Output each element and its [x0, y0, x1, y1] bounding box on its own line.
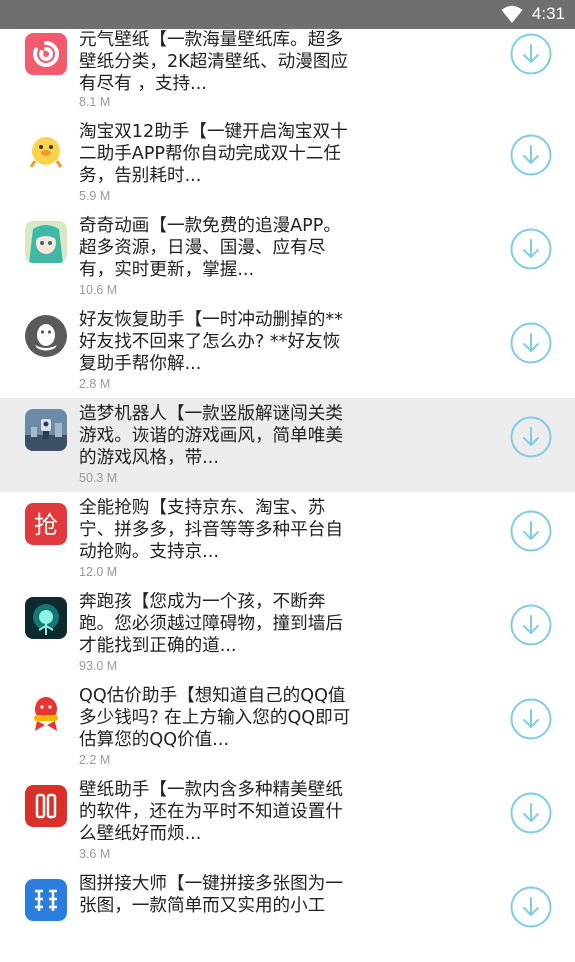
list-item[interactable]: QQ估价助手【想知道自己的QQ值 多少钱吗? 在上方输入您的QQ即可 估算您的Q… [0, 680, 575, 774]
title-line: 好友找不回来了怎么办? **好友恢 [79, 332, 341, 352]
title-line: 张图，一款简单而又实用的小工 [79, 896, 326, 916]
list-item[interactable]: 淘宝双12助手【一键开启淘宝双十 二助手APP帮你自动完成双十二任 务，告别耗时… [0, 116, 575, 210]
app-size: 2.8 M [79, 377, 111, 391]
app-title: QQ估价助手【想知道自己的QQ值 多少钱吗? 在上方输入您的QQ即可 估算您的Q… [79, 685, 379, 751]
title-line: 的游戏风格，带... [79, 448, 219, 468]
title-line: 的软件，还在为平时不知道设置什 [79, 802, 343, 822]
title-line: 壁纸助手【一款内含多种精美壁纸 [79, 780, 343, 800]
app-size: 10.6 M [79, 283, 118, 297]
list-item[interactable]: 图拼接大师【一键拼接多张图为一 张图，一款简单而又实用的小工 [0, 868, 575, 962]
title-line: 估算您的QQ价值... [79, 730, 230, 750]
title-line: 务，告别耗时... [79, 166, 202, 186]
download-arrow-icon[interactable] [510, 416, 552, 458]
app-title: 好友恢复助手【一时冲动删掉的** 好友找不回来了怎么办? **好友恢 复助手帮你… [79, 309, 379, 375]
qq-penguin-icon [25, 315, 67, 357]
title-line: 元气壁纸【一款海量壁纸库。超多 [79, 30, 343, 50]
title-line: 超多资源，日漫、国漫、应有尽 [79, 238, 326, 258]
list-item[interactable]: 抢 全能抢购【支持京东、淘宝、苏 宁、拼多多，抖音等等多种平台自 动抢购。支持京… [0, 492, 575, 586]
wallpaper-assistant-icon [25, 785, 67, 827]
app-size: 2.2 M [79, 753, 111, 767]
download-arrow-icon[interactable] [510, 33, 552, 75]
title-line: 宁、拼多多，抖音等等多种平台自 [79, 520, 343, 540]
download-arrow-icon[interactable] [510, 886, 552, 928]
app-title: 奔跑孩【您成为一个孩，不断奔 跑。您必须越过障碍物，撞到墙后 才能找到正确的道.… [79, 591, 379, 657]
title-line: 造梦机器人【一款竖版解谜闯关类 [79, 404, 343, 424]
download-arrow-icon[interactable] [510, 228, 552, 270]
duck-mascot-icon [25, 127, 67, 169]
swirl-logo-icon [25, 33, 67, 75]
grab-qiang-icon: 抢 [25, 503, 67, 545]
app-list: 元气壁纸【一款海量壁纸库。超多 壁纸分类，2K超清壁纸、动漫图应 有尽有 ，支持… [0, 29, 575, 962]
download-arrow-icon[interactable] [510, 322, 552, 364]
download-arrow-icon[interactable] [510, 604, 552, 646]
app-size: 50.3 M [79, 471, 118, 485]
title-line: 二助手APP帮你自动完成双十二任 [79, 144, 341, 164]
list-item[interactable]: 壁纸助手【一款内含多种精美壁纸 的软件，还在为平时不知道设置什 么壁纸好而烦..… [0, 774, 575, 868]
qq-red-scarf-icon [25, 691, 67, 733]
wifi-icon [501, 5, 523, 23]
title-line: 多少钱吗? 在上方输入您的QQ即可 [79, 708, 351, 728]
title-line: 游戏。诙谐的游戏画风，简单唯美 [79, 426, 343, 446]
app-title: 元气壁纸【一款海量壁纸库。超多 壁纸分类，2K超清壁纸、动漫图应 有尽有 ，支持… [79, 29, 379, 95]
app-title: 造梦机器人【一款竖版解谜闯关类 游戏。诙谐的游戏画风，简单唯美 的游戏风格，带.… [79, 403, 379, 469]
title-line: 淘宝双12助手【一键开启淘宝双十 [79, 122, 348, 142]
app-size: 93.0 M [79, 659, 118, 673]
title-line: 有尽有 ，支持... [79, 74, 207, 94]
anime-character-icon [25, 221, 67, 263]
title-line: 复助手帮你解... [79, 354, 202, 374]
svg-text:抢: 抢 [34, 511, 58, 539]
title-line: 好友恢复助手【一时冲动删掉的** [79, 310, 343, 330]
app-size: 12.0 M [79, 565, 118, 579]
list-item[interactable]: 奔跑孩【您成为一个孩，不断奔 跑。您必须越过障碍物，撞到墙后 才能找到正确的道.… [0, 586, 575, 680]
app-size: 5.9 M [79, 189, 111, 203]
app-title: 壁纸助手【一款内含多种精美壁纸 的软件，还在为平时不知道设置什 么壁纸好而烦..… [79, 779, 379, 845]
title-line: 图拼接大师【一键拼接多张图为一 [79, 874, 343, 894]
title-line: QQ估价助手【想知道自己的QQ值 [79, 686, 346, 706]
app-size: 3.6 M [79, 847, 111, 861]
download-arrow-icon[interactable] [510, 510, 552, 552]
title-line: 奔跑孩【您成为一个孩，不断奔 [79, 592, 326, 612]
title-line: 么壁纸好而烦... [79, 824, 202, 844]
title-line: 有，实时更新，掌握... [79, 260, 255, 280]
status-time: 4:31 [531, 4, 565, 23]
title-line: 跑。您必须越过障碍物，撞到墙后 [79, 614, 343, 634]
app-title: 淘宝双12助手【一键开启淘宝双十 二助手APP帮你自动完成双十二任 务，告别耗时… [79, 121, 379, 187]
download-arrow-icon[interactable] [510, 134, 552, 176]
app-title: 图拼接大师【一键拼接多张图为一 张图，一款简单而又实用的小工 [79, 873, 379, 917]
running-boy-glow-icon [25, 597, 67, 639]
download-arrow-icon[interactable] [510, 792, 552, 834]
download-arrow-icon[interactable] [510, 698, 552, 740]
list-item-selected[interactable]: 造梦机器人【一款竖版解谜闯关类 游戏。诙谐的游戏画风，简单唯美 的游戏风格，带.… [0, 398, 575, 492]
app-title: 奇奇动画【一款免费的追漫APP。 超多资源，日漫、国漫、应有尽 有，实时更新，掌… [79, 215, 379, 281]
title-line: 壁纸分类，2K超清壁纸、动漫图应 [79, 52, 349, 72]
list-item[interactable]: 奇奇动画【一款免费的追漫APP。 超多资源，日漫、国漫、应有尽 有，实时更新，掌… [0, 210, 575, 304]
status-bar: 4:31 [0, 0, 575, 29]
image-stitch-icon [25, 879, 67, 921]
app-size: 8.1 M [79, 95, 111, 109]
dream-machine-game-icon [25, 409, 67, 451]
title-line: 动抢购。支持京... [79, 542, 219, 562]
list-item[interactable]: 元气壁纸【一款海量壁纸库。超多 壁纸分类，2K超清壁纸、动漫图应 有尽有 ，支持… [0, 29, 575, 116]
title-line: 才能找到正确的道... [79, 636, 237, 656]
title-line: 奇奇动画【一款免费的追漫APP。 [79, 216, 341, 236]
app-title: 全能抢购【支持京东、淘宝、苏 宁、拼多多，抖音等等多种平台自 动抢购。支持京..… [79, 497, 379, 563]
list-item[interactable]: 好友恢复助手【一时冲动删掉的** 好友找不回来了怎么办? **好友恢 复助手帮你… [0, 304, 575, 398]
title-line: 全能抢购【支持京东、淘宝、苏 [79, 498, 326, 518]
